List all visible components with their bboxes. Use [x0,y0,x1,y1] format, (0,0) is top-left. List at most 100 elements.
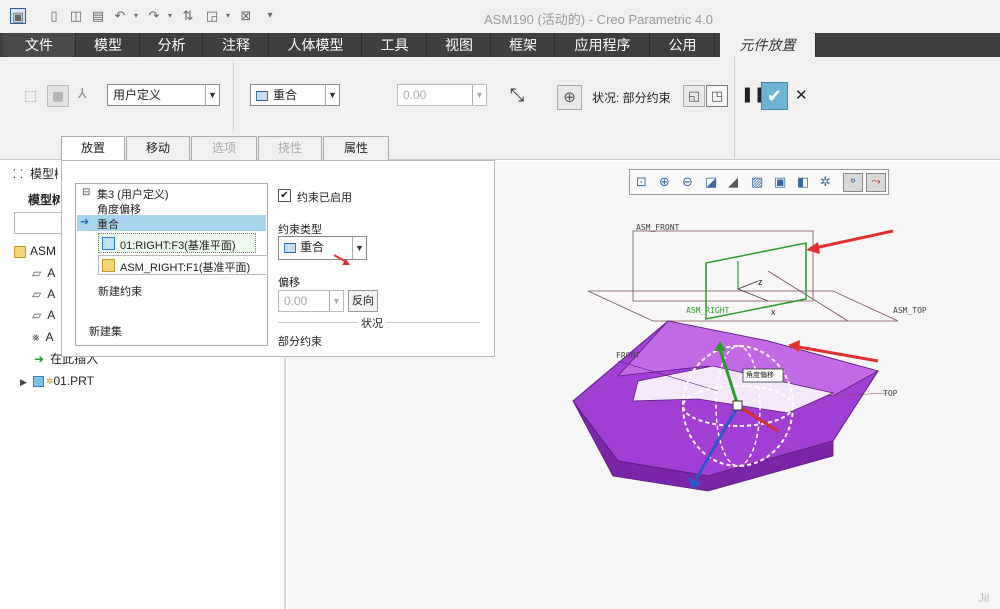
asm-front-label: ASM_FRONT [636,223,680,232]
tab-annotate[interactable]: 注释 [204,33,269,57]
tab-view[interactable]: 视图 [428,33,491,57]
tree-label: 模型树 [28,193,60,207]
tab-applications[interactable]: 应用程序 [556,33,650,57]
tab-analysis[interactable]: 分析 [141,33,203,57]
constraint-selected-row[interactable]: ➜ 重合 [77,215,266,231]
reference-1-label: 01:RIGHT:F3(基准平面) [120,240,236,252]
undo-dropdown-icon[interactable]: ▾ [128,8,144,24]
user-defined-select-value: 用户定义 [113,88,162,102]
redo-icon[interactable]: ↷ [146,8,162,24]
windows-icon[interactable]: ◲ [204,8,220,24]
search-input[interactable] [14,212,62,234]
tab-tools[interactable]: 工具 [363,33,427,57]
reference-2-label: ASM_RIGHT:F1(基准平面) [120,262,251,274]
constraint-enabled-checkbox[interactable]: ✔ [278,189,291,202]
constraint-enabled-label: 约束已启用 [297,192,352,204]
chevron-down-icon: ▼ [325,85,339,105]
panel-offset-input[interactable]: 0.00 ▼ [278,290,344,312]
tree-item[interactable]: ⨳ A [32,327,53,347]
window-title: ASM190 (活动的) - Creo Parametric 4.0 [484,12,714,27]
title-bar: ▣ ▯ ◫ ▤ ↶ ▾ ↷ ▾ ⇅ ◲ ▾ ⊠ ▾ ASM190 (活动的) -… [0,0,1000,33]
set-label[interactable]: 集3 (用户定义) [97,186,169,202]
constraint-type-select[interactable]: 重合 ▼ [250,84,340,106]
tab-placement[interactable]: 放置 [61,136,125,161]
reference-1[interactable]: 01:RIGHT:F3(基准平面) [98,233,256,253]
connection-icon[interactable]: ⅄ [78,85,98,105]
status-value: 部分约束 [278,336,322,348]
coordinate-system-icon: ⨳ [32,330,40,344]
chevron-down-icon: ▼ [205,85,219,105]
flip-button[interactable]: 反向 [348,290,378,312]
expand-icon[interactable]: ▶ [20,377,27,387]
tree-item-label: A [45,330,54,344]
coincident-icon [256,90,268,101]
component-icon[interactable]: ⬚ [24,87,42,105]
red-pointer-arrow [333,254,350,265]
datum-plane-icon [102,259,115,272]
confirm-check-icon[interactable]: ✔ [761,82,788,110]
tree-part-row[interactable]: ▶ ✲01.PRT [20,371,94,391]
model-tree-icon: ⸬ [13,167,23,181]
regenerate-icon[interactable]: ⇅ [180,8,196,24]
tab-common[interactable]: 公用 [651,33,715,57]
constraint-set-list: ⊟ 集3 (用户定义) 角度偏移 ➜ 重合 01:RIGHT:F3(基准平面) … [75,183,268,346]
divider [233,61,234,131]
menu-bar: 文件 模型 分析 注释 人体模型 工具 视图 框架 应用程序 公用 元件放置 [0,33,1000,57]
chevron-down-icon: ▼ [352,237,366,259]
status-title: 状况 [357,315,387,331]
tab-model[interactable]: 模型 [77,33,140,57]
new-set-link[interactable]: 新建集 [89,323,122,339]
asm-top-label: ASM_TOP [893,306,927,315]
surface-icon[interactable]: ▩ [47,85,69,107]
offset-input-value: 0.00 [403,88,427,102]
tab-manikin[interactable]: 人体模型 [270,33,362,57]
tree-item[interactable]: ▱ A [32,305,55,325]
move-component-icon[interactable]: ⊕ [557,85,582,110]
offset-input[interactable]: 0.00 ▼ [397,84,487,106]
flip-icon[interactable]: ⤡ [505,83,529,107]
tab-component-placement[interactable]: 元件放置 [720,33,816,57]
tab-file[interactable]: 文件 [3,33,76,57]
undo-icon[interactable]: ↶ [112,8,128,24]
tab-properties[interactable]: 属性 [323,136,389,160]
asm-top-plane [587,290,899,322]
top-label: TOP [883,389,898,398]
panel-header: 模型树 [30,167,58,181]
tab-framework[interactable]: 框架 [492,33,555,57]
windows-dropdown-icon[interactable]: ▾ [220,8,236,24]
user-defined-select[interactable]: 用户定义 ▼ [107,84,220,106]
new-file-icon[interactable]: ▯ [46,8,62,24]
divider [734,57,735,160]
z-axis-label: z [758,277,763,287]
asm-right-line [767,270,849,322]
reference-2[interactable]: ASM_RIGHT:F1(基准平面) [98,255,268,275]
chevron-down-icon: ▼ [472,85,486,105]
app-icon[interactable]: ▣ [10,8,26,24]
assembly-window-icon[interactable]: ◳ [706,85,728,107]
open-file-icon[interactable]: ◫ [68,8,84,24]
separate-window-icon[interactable]: ◱ [683,85,705,107]
constraint-type-select-value: 重合 [273,88,298,102]
datum-plane-icon [102,237,115,250]
arrow-right-icon: ➜ [80,216,90,228]
tab-move[interactable]: 移动 [126,136,190,160]
tab-options[interactable]: 选项 [191,136,257,160]
save-icon[interactable]: ▤ [90,8,106,24]
new-constraint-link[interactable]: 新建约束 [98,283,142,299]
redo-dropdown-icon[interactable]: ▾ [162,8,178,24]
tree-root[interactable]: ASM [14,241,56,261]
watermark: Jil [978,591,990,605]
coincident-label: 重合 [97,219,119,231]
cancel-close-icon[interactable]: ✕ [795,86,808,104]
tab-flexibility[interactable]: 挠性 [258,136,322,160]
tree-item[interactable]: ▱ A [32,284,55,304]
constraint-type-dropdown-value: 重合 [300,240,325,254]
placement-panel: ⊟ 集3 (用户定义) 角度偏移 ➜ 重合 01:RIGHT:F3(基准平面) … [61,160,495,357]
tree-item[interactable]: ▱ A [32,263,55,283]
front-label: FRONT [616,351,641,360]
collapse-icon[interactable]: ⊟ [82,187,90,198]
customize-toolbar-icon[interactable]: ▾ [262,8,278,24]
close-window-icon[interactable]: ⊠ [238,8,254,24]
panel-offset-value: 0.00 [284,294,308,308]
asm-right-label: ASM_RIGHT [686,306,730,315]
